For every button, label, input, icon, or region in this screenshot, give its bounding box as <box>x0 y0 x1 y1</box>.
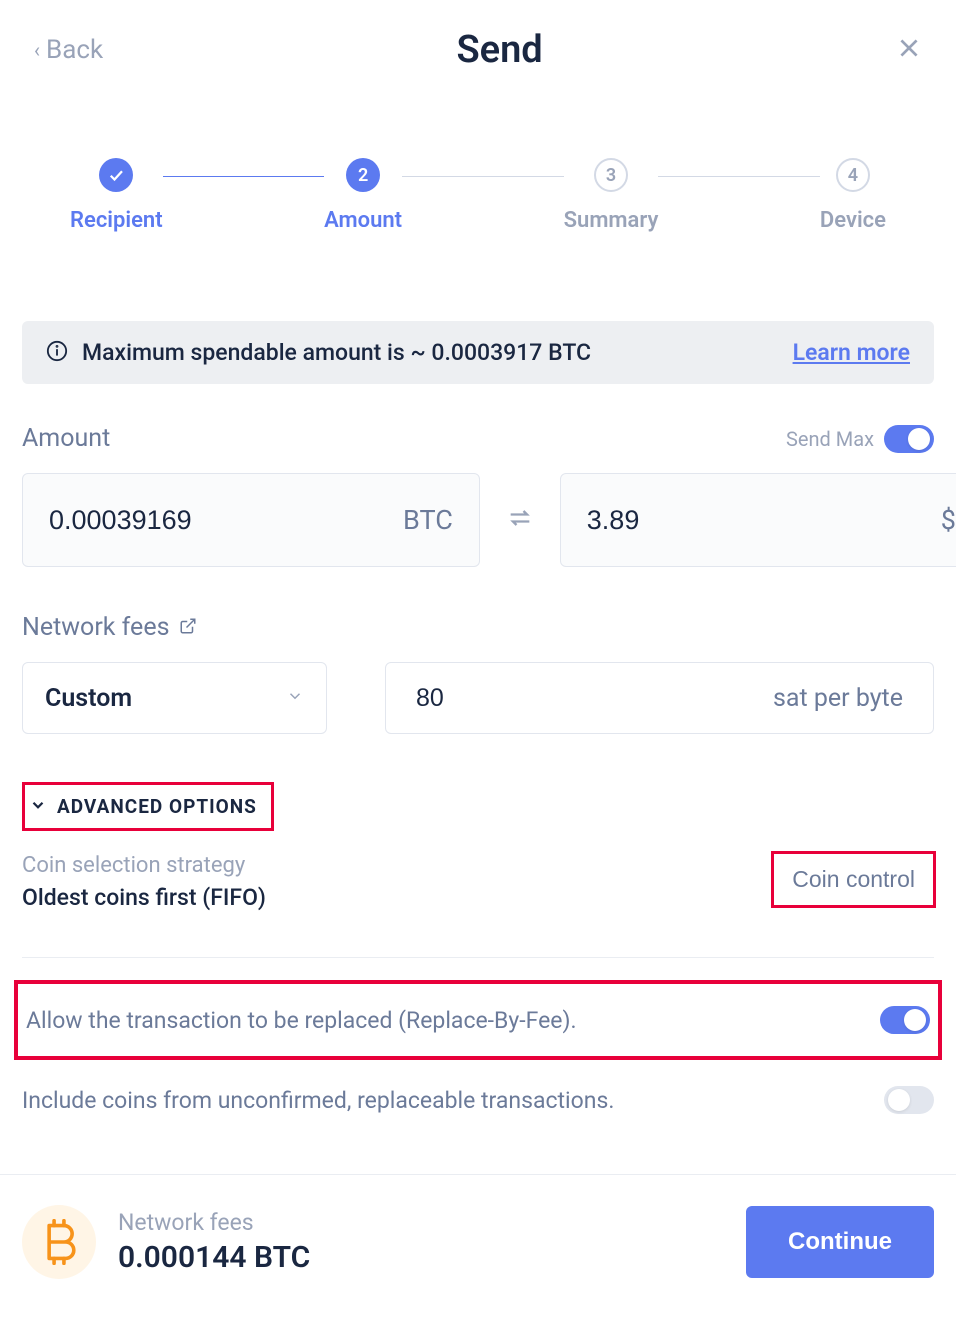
step-label: Recipient <box>70 208 163 233</box>
step-number: 3 <box>594 158 628 192</box>
footer-fee-label: Network fees <box>118 1209 310 1236</box>
fiat-amount-input[interactable] <box>587 505 941 536</box>
fee-preset-select[interactable]: Custom <box>22 662 327 734</box>
step-amount[interactable]: 2 Amount <box>324 158 402 233</box>
step-label: Summary <box>564 208 659 233</box>
chevron-down-icon <box>29 796 47 818</box>
close-button[interactable] <box>896 35 922 65</box>
learn-more-link[interactable]: Learn more <box>793 339 910 366</box>
fee-preset-value: Custom <box>45 684 286 713</box>
step-number: 4 <box>836 158 870 192</box>
fee-rate-input[interactable] <box>416 684 773 713</box>
rbf-label: Allow the transaction to be replaced (Re… <box>26 1007 577 1034</box>
back-button[interactable]: ‹ Back <box>34 35 103 65</box>
coin-control-button[interactable]: Coin control <box>773 853 934 906</box>
close-icon <box>896 35 922 61</box>
continue-button[interactable]: Continue <box>746 1206 934 1278</box>
fiat-amount-field[interactable]: $ <box>560 473 956 567</box>
unconfirmed-toggle[interactable] <box>884 1086 934 1114</box>
external-link-icon[interactable] <box>179 617 197 639</box>
fiat-unit: $ <box>941 504 956 536</box>
step-number: 2 <box>346 158 380 192</box>
bitcoin-icon <box>22 1205 96 1279</box>
step-summary: 3 Summary <box>564 158 659 233</box>
stepper: Recipient 2 Amount 3 Summary 4 Device <box>0 158 956 233</box>
advanced-options-toggle[interactable]: ADVANCED OPTIONS <box>22 782 274 831</box>
send-max-label: Send Max <box>786 427 874 451</box>
swap-icon[interactable] <box>506 504 534 536</box>
fee-rate-field[interactable]: sat per byte <box>385 662 934 734</box>
step-line <box>658 176 820 177</box>
max-spendable-banner: Maximum spendable amount is ~ 0.0003917 … <box>22 321 934 384</box>
step-label: Device <box>820 208 886 233</box>
check-icon <box>99 158 133 192</box>
banner-text: Maximum spendable amount is ~ 0.0003917 … <box>82 339 779 366</box>
fee-rate-unit: sat per byte <box>773 684 903 713</box>
back-label: Back <box>46 35 103 65</box>
amount-label: Amount <box>22 424 110 453</box>
rbf-highlight: Allow the transaction to be replaced (Re… <box>14 980 942 1060</box>
divider <box>22 957 934 958</box>
chevron-left-icon: ‹ <box>34 38 40 62</box>
strategy-label: Coin selection strategy <box>22 853 266 878</box>
crypto-unit: BTC <box>403 504 453 536</box>
crypto-amount-field[interactable]: BTC <box>22 473 480 567</box>
footer-fee-value: 0.000144 BTC <box>118 1240 310 1275</box>
chevron-down-icon <box>286 687 304 709</box>
strategy-value: Oldest coins first (FIFO) <box>22 884 266 911</box>
info-icon <box>46 340 68 366</box>
step-line <box>402 176 564 177</box>
send-max-toggle[interactable] <box>884 425 934 453</box>
step-line <box>163 176 325 177</box>
page-title: Send <box>456 28 542 72</box>
rbf-toggle[interactable] <box>880 1006 930 1034</box>
step-label: Amount <box>324 208 402 233</box>
network-fees-label: Network fees <box>22 613 169 642</box>
step-recipient[interactable]: Recipient <box>70 158 163 233</box>
step-device: 4 Device <box>820 158 886 233</box>
advanced-options-label: ADVANCED OPTIONS <box>57 795 257 818</box>
unconfirmed-label: Include coins from unconfirmed, replacea… <box>22 1087 614 1114</box>
crypto-amount-input[interactable] <box>49 505 403 536</box>
